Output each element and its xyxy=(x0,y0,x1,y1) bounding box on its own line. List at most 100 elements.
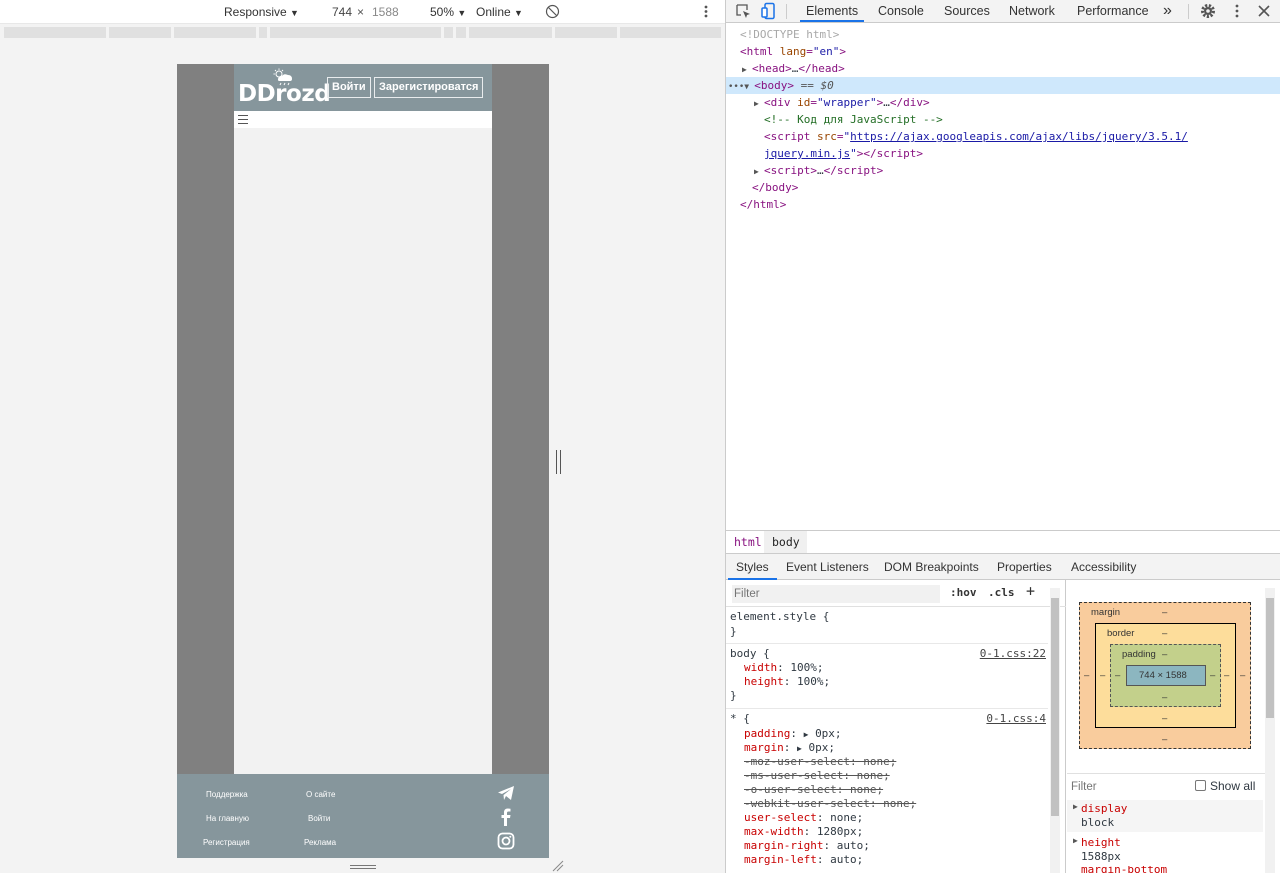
expand-triangle-icon[interactable]: ▶ xyxy=(754,163,764,180)
computed-filter-input[interactable] xyxy=(1071,778,1181,795)
computed-row-display[interactable]: ▶ display block xyxy=(1067,800,1263,832)
style-declaration[interactable]: margin: ▶ 0px; xyxy=(744,741,835,755)
dom-node-script-src-cont[interactable]: jquery.min.js"></script> xyxy=(726,145,1280,162)
dom-node-doctype[interactable]: <!DOCTYPE html> xyxy=(726,26,1280,43)
media-query-segment[interactable] xyxy=(456,27,466,38)
computed-row-margin-bottom[interactable]: margin-bottom xyxy=(1067,866,1263,873)
invalid-declaration[interactable]: -o-user-select: none; xyxy=(744,783,883,797)
device-select[interactable]: Responsive ▼ xyxy=(224,3,299,21)
tab-elements[interactable]: Elements xyxy=(800,0,865,22)
rule-source-link[interactable]: 0-1.css:22 xyxy=(980,647,1046,661)
tab-sources[interactable]: Sources xyxy=(944,0,990,22)
media-query-segment[interactable] xyxy=(444,27,453,38)
scrollbar-thumb[interactable] xyxy=(1051,598,1059,816)
rule-selector[interactable]: body { xyxy=(730,647,770,661)
script-src-link[interactable]: https://ajax.googleapis.com/ajax/libs/jq… xyxy=(850,130,1188,143)
media-query-segment[interactable] xyxy=(620,27,721,38)
close-icon[interactable] xyxy=(1255,2,1273,20)
expand-triangle-icon[interactable]: ▶ xyxy=(1073,802,1078,811)
style-declaration[interactable]: max-width: 1280px; xyxy=(744,825,863,839)
rotate-disabled-icon[interactable] xyxy=(545,4,560,19)
height-input[interactable]: 1588 xyxy=(372,3,408,21)
network-throttle-select[interactable]: Online ▼ xyxy=(476,3,523,21)
register-button[interactable]: Зарегистироватся xyxy=(374,77,484,98)
collapse-triangle-icon[interactable]: ▼ xyxy=(744,78,754,95)
invalid-declaration[interactable]: -ms-user-select: none; xyxy=(744,769,890,783)
tab-network[interactable]: Network xyxy=(1009,0,1055,22)
style-declaration[interactable]: height: 100%; xyxy=(744,675,830,689)
width-input[interactable]: 744 xyxy=(316,3,352,21)
style-declaration[interactable]: margin-left: auto; xyxy=(744,853,863,867)
invalid-declaration[interactable]: -moz-user-select: none; xyxy=(744,755,896,769)
style-declaration[interactable]: width: 100%; xyxy=(744,661,824,675)
style-declaration[interactable]: user-select: none; xyxy=(744,811,863,825)
dom-node-body-close[interactable]: </body> xyxy=(726,179,1280,196)
show-all-checkbox[interactable] xyxy=(1195,780,1206,791)
rule-selector[interactable]: * { xyxy=(730,712,750,726)
dom-node-html[interactable]: <html lang="en"> xyxy=(726,43,1280,60)
media-query-segment[interactable] xyxy=(259,27,267,38)
computed-scrollbar[interactable] xyxy=(1265,588,1275,873)
dom-node-head[interactable]: ▶ <head>…</head> xyxy=(726,60,1280,77)
tab-styles[interactable]: Styles xyxy=(728,554,777,580)
styles-filter-input[interactable] xyxy=(732,585,940,603)
class-toggle[interactable]: .cls xyxy=(988,586,1015,599)
tab-properties[interactable]: Properties xyxy=(997,554,1052,580)
invalid-declaration[interactable]: -webkit-user-select: none; xyxy=(744,797,916,811)
breadcrumb-body[interactable]: body xyxy=(772,535,800,549)
media-query-segment[interactable] xyxy=(270,27,441,38)
content-size-value[interactable]: 744 × 1588 xyxy=(1139,670,1187,681)
hover-state-toggle[interactable]: :hov xyxy=(950,586,977,599)
expand-triangle-icon[interactable]: ▶ xyxy=(804,730,809,739)
footer-link-login[interactable]: Войти xyxy=(308,814,330,823)
site-logo[interactable]: DDrozd xyxy=(238,81,331,107)
computed-row-height[interactable]: ▶ height 1588px xyxy=(1067,834,1263,866)
footer-link-support[interactable]: Поддержка xyxy=(206,790,248,799)
dom-node-body[interactable]: •••▼ <body> == $0 xyxy=(726,77,1280,94)
styles-scrollbar[interactable] xyxy=(1050,588,1060,873)
expand-triangle-icon[interactable]: ▶ xyxy=(797,744,802,753)
inspect-element-icon[interactable] xyxy=(734,2,752,20)
new-rule-button[interactable]: + xyxy=(1026,582,1035,600)
hamburger-menu-icon[interactable] xyxy=(238,115,248,124)
zoom-select[interactable]: 50% ▼ xyxy=(430,3,466,21)
script-src-link-cont[interactable]: jquery.min.js xyxy=(764,147,850,160)
media-query-segment[interactable] xyxy=(109,27,171,38)
breadcrumb-html[interactable]: html xyxy=(734,535,762,549)
footer-link-home[interactable]: На главную xyxy=(206,814,249,823)
customize-menu-icon[interactable] xyxy=(1228,2,1246,20)
expand-triangle-icon[interactable]: ▶ xyxy=(1073,836,1078,845)
login-button[interactable]: Войти xyxy=(327,77,371,98)
settings-gear-icon[interactable] xyxy=(1199,2,1217,20)
right-resize-handle[interactable] xyxy=(555,450,563,474)
tab-accessibility[interactable]: Accessibility xyxy=(1071,554,1136,580)
device-toggle-icon[interactable] xyxy=(760,2,778,20)
expand-triangle-icon[interactable]: ▶ xyxy=(754,95,764,112)
tab-event-listeners[interactable]: Event Listeners xyxy=(786,554,869,580)
media-query-segment[interactable] xyxy=(555,27,617,38)
media-query-segment[interactable] xyxy=(469,27,552,38)
scrollbar-thumb[interactable] xyxy=(1266,598,1274,718)
bottom-resize-handle[interactable] xyxy=(350,865,376,871)
more-options-icon[interactable] xyxy=(700,4,712,19)
media-query-segment[interactable] xyxy=(174,27,256,38)
tab-console[interactable]: Console xyxy=(878,0,924,22)
style-declaration[interactable]: padding: ▶ 0px; xyxy=(744,727,842,741)
dom-node-html-close[interactable]: </html> xyxy=(726,196,1280,213)
dom-node-script-src[interactable]: <script src="https://ajax.googleapis.com… xyxy=(726,128,1280,145)
dom-node-comment[interactable]: <!-- Код для JavaScript --> xyxy=(726,111,1280,128)
dom-node-script-inline[interactable]: ▶ <script>…</script> xyxy=(726,162,1280,179)
telegram-icon[interactable] xyxy=(497,784,515,802)
media-query-segment[interactable] xyxy=(4,27,106,38)
footer-link-register[interactable]: Регистрация xyxy=(203,838,250,847)
facebook-icon[interactable] xyxy=(497,808,515,826)
dom-node-div-wrapper[interactable]: ▶ <div id="wrapper">…</div> xyxy=(726,94,1280,111)
footer-link-about[interactable]: О сайте xyxy=(306,790,335,799)
style-declaration[interactable]: margin-right: auto; xyxy=(744,839,870,853)
expand-triangle-icon[interactable]: ▶ xyxy=(742,61,752,78)
instagram-icon[interactable] xyxy=(497,832,515,850)
rule-source-link[interactable]: 0-1.css:4 xyxy=(986,712,1046,726)
corner-resize-handle[interactable] xyxy=(552,860,564,872)
more-tabs-icon[interactable]: » xyxy=(1163,0,1172,22)
tab-dom-breakpoints[interactable]: DOM Breakpoints xyxy=(884,554,979,580)
